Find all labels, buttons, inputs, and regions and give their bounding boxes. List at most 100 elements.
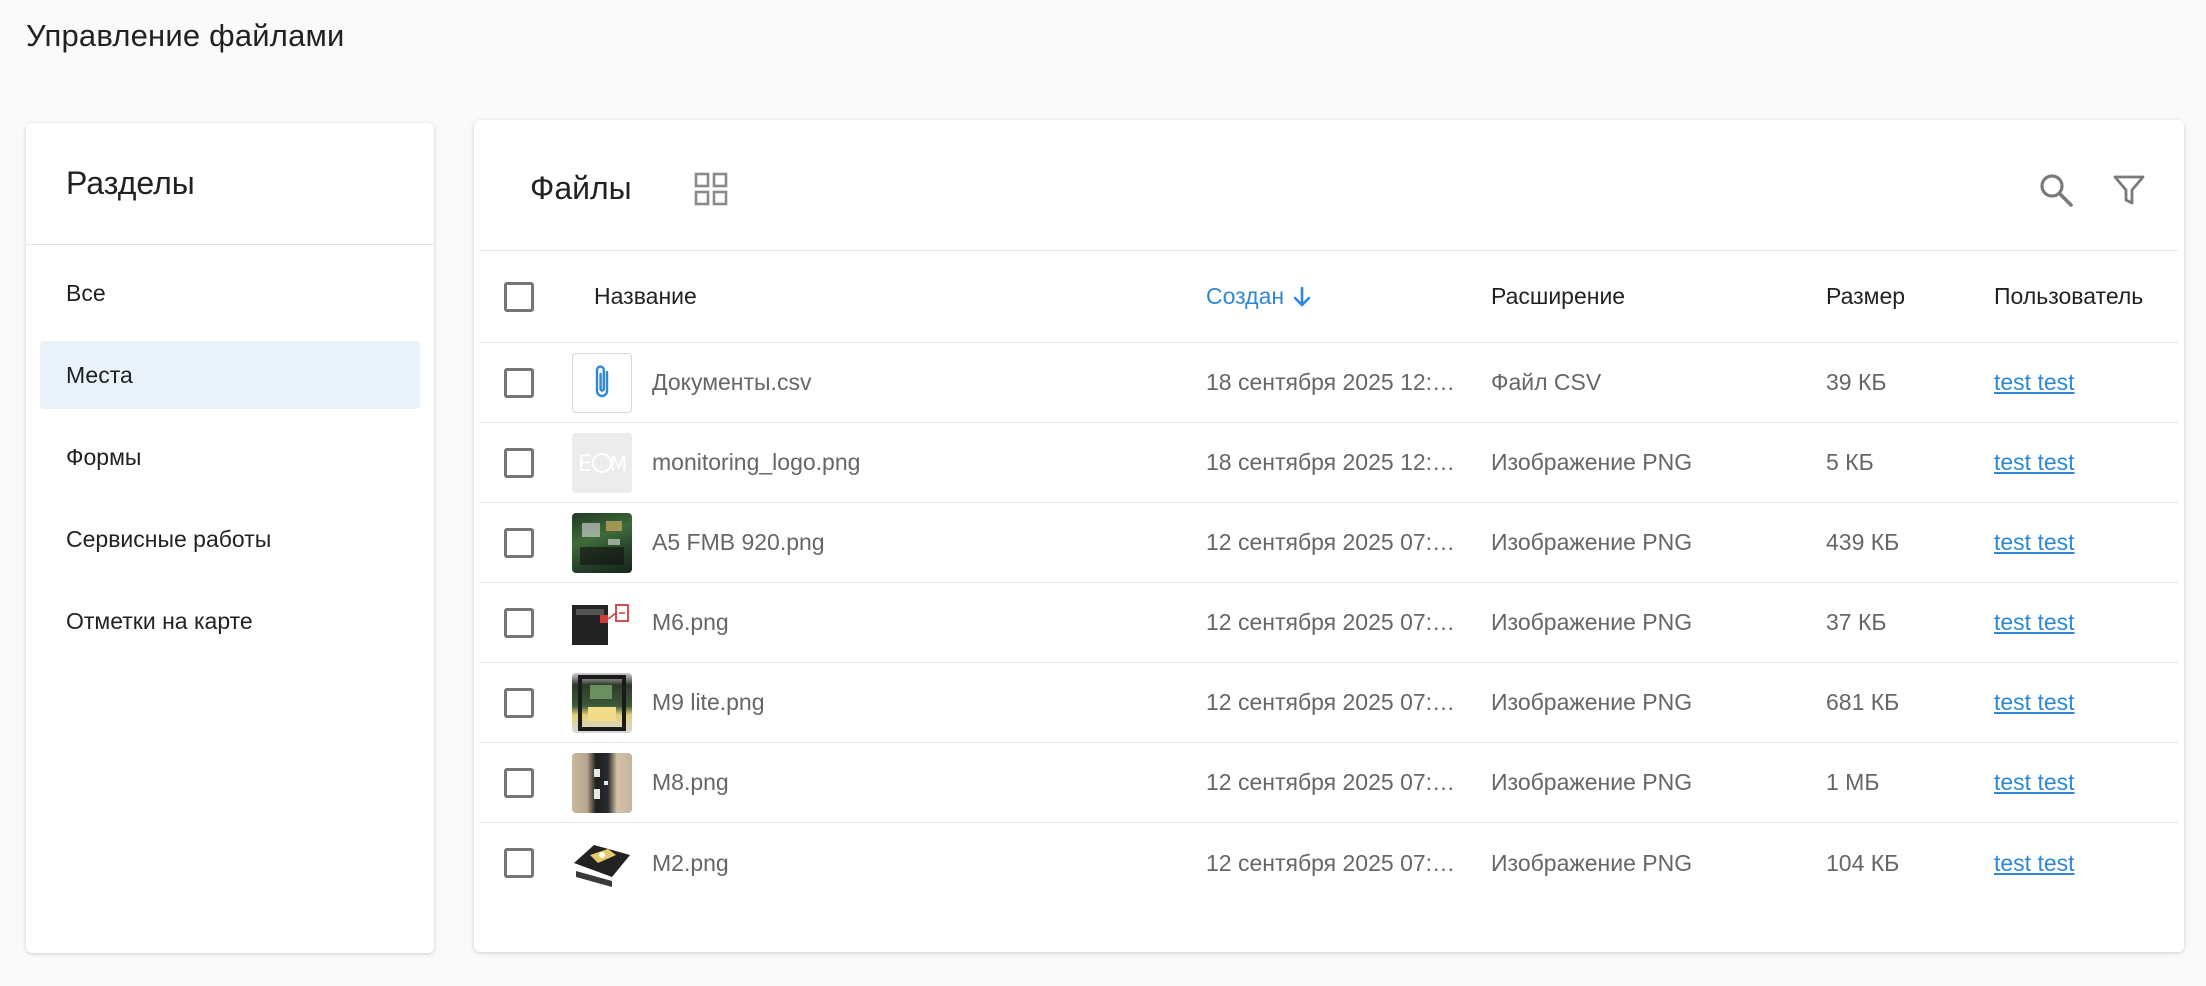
select-all-checkbox[interactable] — [504, 281, 534, 312]
size-cell: 1 МБ — [1826, 769, 1880, 795]
file-name-cell: A5 FMB 920.png — [652, 503, 1232, 582]
file-name-cell: monitoring_logo.png — [652, 423, 1232, 502]
table-row[interactable]: M8.png 12 сентября 2025 07:… Изображение… — [480, 743, 2178, 823]
column-header-user[interactable]: Пользователь — [1994, 251, 2184, 342]
extension-cell: Изображение PNG — [1491, 529, 1693, 555]
file-name-cell: M6.png — [652, 583, 1232, 662]
row-checkbox[interactable] — [504, 848, 534, 878]
created-cell: 12 сентября 2025 07:… — [1206, 689, 1456, 715]
sections-panel: Разделы Все Места Формы Сервисные работы… — [26, 123, 434, 953]
files-table: Название Создан Расширение Размер Пользо… — [480, 251, 2178, 903]
sidebar-item-all[interactable]: Все — [40, 259, 420, 327]
files-title: Файлы — [530, 170, 632, 206]
logo-image-thumbnail[interactable]: E M — [572, 432, 632, 493]
extension-cell: Изображение PNG — [1491, 849, 1693, 876]
m6-glyph — [572, 603, 629, 645]
user-cell: test test — [1994, 583, 2184, 662]
extension-cell: Изображение PNG — [1491, 449, 1693, 475]
extension-cell: Файл CSV — [1491, 369, 1602, 395]
row-checkbox[interactable] — [504, 687, 534, 718]
user-cell: test test — [1994, 423, 2184, 502]
file-name[interactable]: Документы.csv — [652, 369, 811, 396]
files-panel: Файлы Название Создан Расширение Размер … — [474, 120, 2184, 952]
user-link[interactable]: test test — [1994, 850, 2075, 877]
user-cell: test test — [1994, 743, 2184, 822]
created-cell: 12 сентября 2025 07:… — [1206, 529, 1456, 555]
column-header-created-label: Создан — [1206, 283, 1285, 309]
paperclip-icon[interactable] — [572, 352, 632, 413]
m2-glyph — [574, 845, 630, 887]
user-link[interactable]: test test — [1994, 609, 2075, 636]
user-link[interactable]: test test — [1994, 449, 2075, 476]
pcb-glyph — [580, 520, 624, 565]
m9-glyph — [578, 674, 626, 731]
user-link[interactable]: test test — [1994, 769, 2075, 796]
sidebar-item-map-marks[interactable]: Отметки на карте — [40, 587, 420, 655]
device-image-thumbnail[interactable] — [572, 833, 632, 893]
filter-icon[interactable] — [2112, 173, 2146, 207]
files-toolbar: Файлы — [480, 120, 2178, 251]
sidebar-item-service-work[interactable]: Сервисные работы — [40, 505, 420, 573]
created-cell: 12 сентября 2025 07:… — [1206, 849, 1456, 876]
file-name-cell: Документы.csv — [652, 343, 1232, 422]
svg-text:E: E — [578, 452, 592, 477]
user-cell: test test — [1994, 503, 2184, 582]
sections-list: Все Места Формы Сервисные работы Отметки… — [26, 245, 434, 655]
sidebar-item-forms[interactable]: Формы — [40, 423, 420, 491]
user-link[interactable]: test test — [1994, 529, 2075, 556]
row-checkbox[interactable] — [504, 527, 534, 558]
device-image-thumbnail[interactable] — [572, 592, 632, 653]
extension-cell: Изображение PNG — [1491, 689, 1693, 715]
sidebar-item-label: Все — [66, 279, 106, 306]
user-link[interactable]: test test — [1994, 689, 2075, 716]
size-cell: 104 КБ — [1826, 849, 1900, 876]
column-header-extension[interactable]: Расширение — [1491, 251, 1791, 342]
created-cell: 18 сентября 2025 12:… — [1206, 449, 1456, 475]
file-name[interactable]: M6.png — [652, 609, 729, 636]
size-cell: 39 КБ — [1826, 369, 1887, 395]
file-name-cell: M8.png — [652, 743, 1232, 822]
user-cell: test test — [1994, 823, 2184, 903]
sections-title: Разделы — [26, 123, 434, 245]
device-image-thumbnail[interactable] — [572, 752, 632, 813]
extension-cell: Изображение PNG — [1491, 769, 1693, 795]
extension-cell: Изображение PNG — [1491, 609, 1693, 635]
user-cell: test test — [1994, 343, 2184, 422]
column-header-created[interactable]: Создан — [1206, 251, 1458, 342]
user-link[interactable]: test test — [1994, 369, 2075, 396]
table-row[interactable]: E M monitoring_logo.png 18 сентября 2025… — [480, 423, 2178, 503]
column-header-name[interactable]: Название — [594, 251, 1174, 342]
table-row[interactable]: M2.png 12 сентября 2025 07:… Изображение… — [480, 823, 2178, 903]
created-cell: 12 сентября 2025 07:… — [1206, 609, 1456, 635]
created-cell: 12 сентября 2025 07:… — [1206, 769, 1456, 795]
file-name[interactable]: monitoring_logo.png — [652, 449, 860, 476]
file-name[interactable]: M2.png — [652, 850, 729, 877]
row-checkbox[interactable] — [504, 447, 534, 478]
row-checkbox[interactable] — [504, 367, 534, 398]
table-row[interactable]: M6.png 12 сентября 2025 07:… Изображение… — [480, 583, 2178, 663]
sidebar-item-label: Сервисные работы — [66, 525, 272, 552]
file-name-cell: M9 lite.png — [652, 663, 1232, 742]
table-header-row: Название Создан Расширение Размер Пользо… — [480, 251, 2178, 343]
column-header-size[interactable]: Размер — [1826, 251, 1976, 342]
file-name[interactable]: M8.png — [652, 769, 729, 796]
table-row[interactable]: M9 lite.png 12 сентября 2025 07:… Изобра… — [480, 663, 2178, 743]
page-title: Управление файлами — [26, 18, 345, 53]
sidebar-item-places[interactable]: Места — [40, 341, 420, 409]
table-row[interactable]: A5 FMB 920.png 12 сентября 2025 07:… Изо… — [480, 503, 2178, 583]
file-name[interactable]: M9 lite.png — [652, 689, 765, 716]
size-cell: 37 КБ — [1826, 609, 1887, 635]
user-cell: test test — [1994, 663, 2184, 742]
logo-glyph: E M — [578, 452, 627, 477]
size-cell: 681 КБ — [1826, 689, 1900, 715]
search-icon[interactable] — [2038, 172, 2074, 208]
device-image-thumbnail[interactable] — [572, 512, 632, 573]
table-row[interactable]: Документы.csv 18 сентября 2025 12:… Файл… — [480, 343, 2178, 423]
file-name[interactable]: A5 FMB 920.png — [652, 529, 825, 556]
grid-view-icon[interactable] — [694, 172, 728, 206]
sidebar-item-label: Места — [66, 361, 133, 388]
row-checkbox[interactable] — [504, 607, 534, 638]
row-checkbox[interactable] — [504, 767, 534, 798]
file-name-cell: M2.png — [652, 823, 1232, 903]
device-image-thumbnail[interactable] — [572, 672, 632, 733]
